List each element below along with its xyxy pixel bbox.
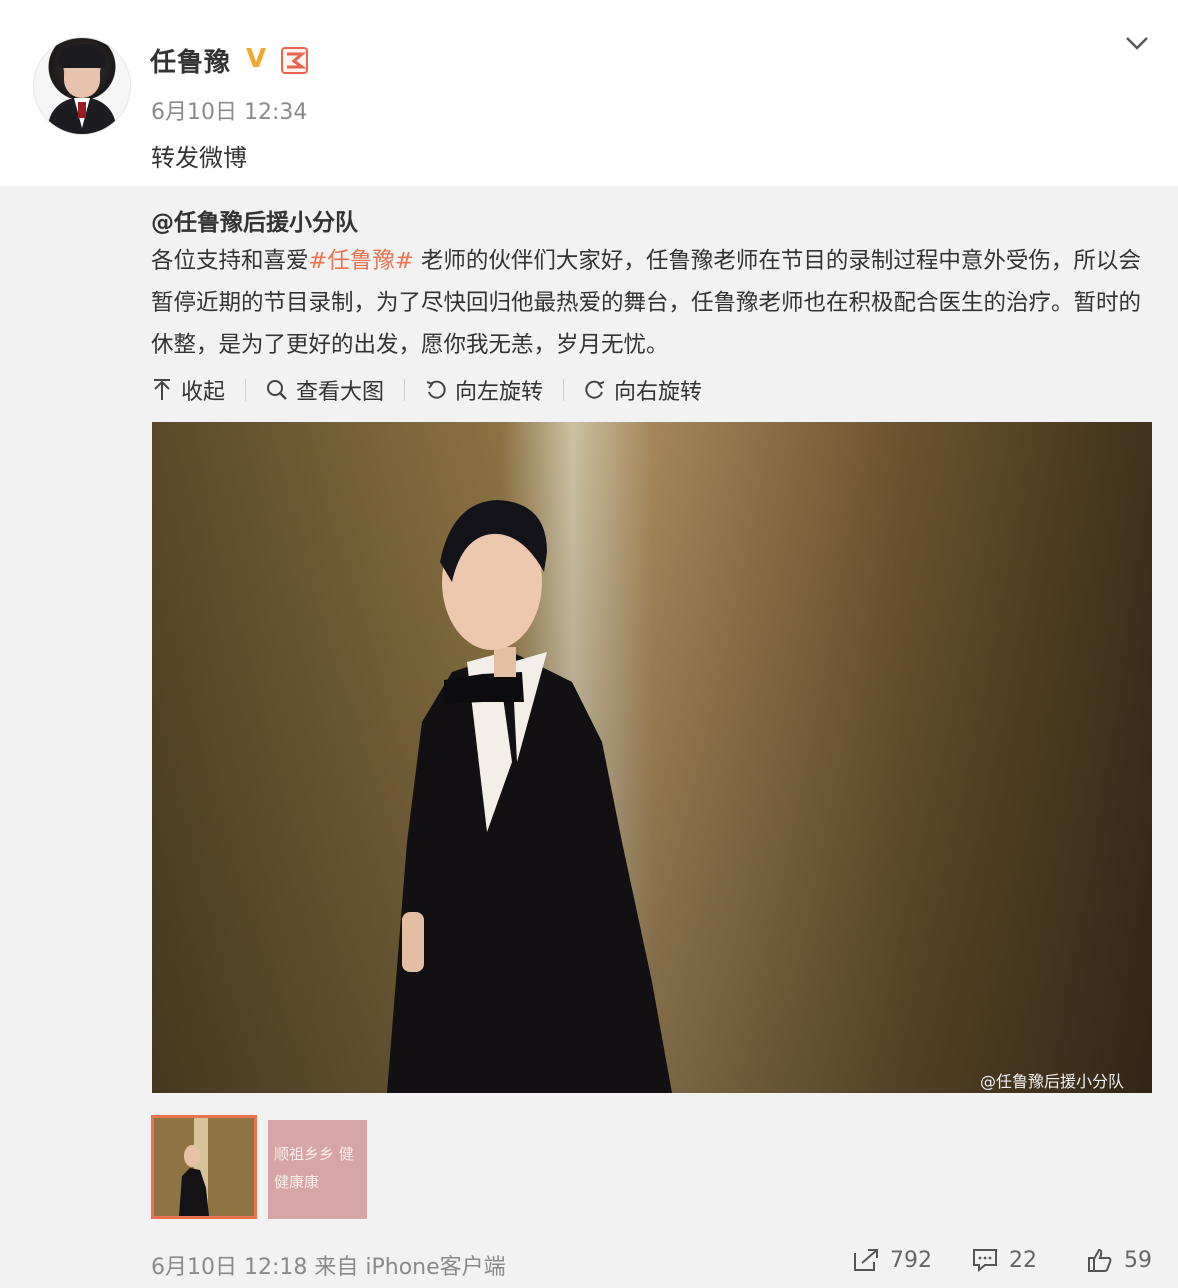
comment-button[interactable]: 22 xyxy=(971,1247,1037,1273)
view-large-label: 查看大图 xyxy=(296,380,385,405)
repost-count: 792 xyxy=(890,1247,932,1273)
avatar[interactable] xyxy=(33,37,131,135)
member-level-icon xyxy=(281,47,308,74)
image-action-bar: 收起 查看大图 向左旋转 向右旋转 xyxy=(151,372,702,408)
main-photo[interactable] xyxy=(152,422,1152,1093)
thumbnail-selected[interactable] xyxy=(151,1115,257,1219)
comment-icon xyxy=(973,1249,997,1273)
rotate-right-icon xyxy=(585,380,605,399)
verified-icon: V xyxy=(246,44,267,74)
rotate-left-button[interactable]: 向左旋转 xyxy=(425,374,543,406)
thumbnail-photo xyxy=(154,1118,254,1216)
collapse-label: 收起 xyxy=(181,380,226,405)
comment-count: 22 xyxy=(1009,1247,1037,1273)
like-button[interactable]: 59 xyxy=(1086,1247,1152,1273)
divider xyxy=(563,379,565,401)
rotate-right-label: 向右旋转 xyxy=(614,380,703,405)
divider xyxy=(245,379,247,401)
original-author-link[interactable]: @任鲁豫后援小分队 xyxy=(151,203,358,237)
thumbnail-calligraphy: 顺祖乡乡 健健康康 xyxy=(274,1145,354,1191)
view-large-button[interactable]: 查看大图 xyxy=(266,374,384,406)
divider xyxy=(404,379,406,401)
like-count: 59 xyxy=(1124,1247,1152,1273)
repost-time-source[interactable]: 6月10日 12:18 来自 iPhone客户端 xyxy=(151,1249,506,1281)
collapse-button[interactable]: 收起 xyxy=(151,374,225,406)
collapse-icon xyxy=(154,379,170,400)
rotate-left-icon xyxy=(426,380,446,399)
thumbs-up-icon xyxy=(1088,1248,1112,1272)
share-icon xyxy=(854,1249,878,1271)
thumbnail-2[interactable]: 顺祖乡乡 健健康康 xyxy=(268,1120,367,1219)
post-header: 任鲁豫 V 6月10日 12:34 转发微博 xyxy=(0,0,1178,186)
username[interactable]: 任鲁豫 xyxy=(150,42,231,79)
original-post-text: 各位支持和喜爱#任鲁豫# 老师的伙伴们大家好，任鲁豫老师在节目的录制过程中意外受… xyxy=(151,240,1151,366)
rotate-right-button[interactable]: 向右旋转 xyxy=(584,374,702,406)
hashtag-link[interactable]: #任鲁豫# xyxy=(309,248,414,274)
repost-button[interactable]: 792 xyxy=(852,1247,932,1273)
chevron-down-icon[interactable] xyxy=(1123,32,1151,54)
image-watermark: @任鲁豫后援小分队 xyxy=(980,1072,1125,1091)
rotate-left-label: 向左旋转 xyxy=(455,380,544,405)
post-text: 转发微博 xyxy=(151,144,247,172)
post-time[interactable]: 6月10日 12:34 xyxy=(151,94,307,126)
search-icon xyxy=(267,380,287,400)
body-text-1: 各位支持和喜爱 xyxy=(151,248,309,274)
